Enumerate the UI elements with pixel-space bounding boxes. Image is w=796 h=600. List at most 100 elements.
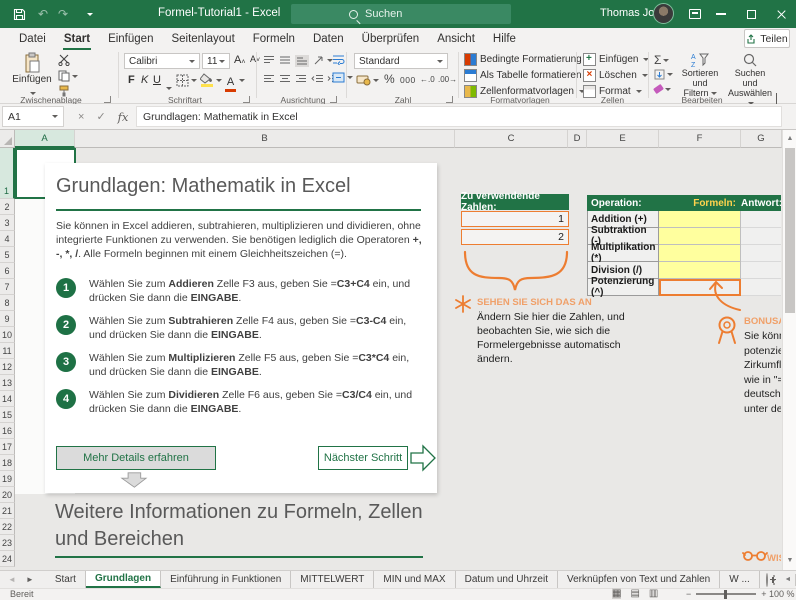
- fill-color-icon[interactable]: [200, 73, 222, 87]
- normal-view-icon[interactable]: ▦: [612, 588, 622, 599]
- formula-cell[interactable]: [659, 211, 741, 228]
- italic-button[interactable]: K: [141, 74, 148, 86]
- sheet-tab-start[interactable]: Start: [46, 571, 86, 588]
- row-header-17[interactable]: 17: [0, 439, 15, 455]
- new-sheet-button[interactable]: [765, 572, 776, 587]
- row-header-13[interactable]: 13: [0, 375, 15, 391]
- row-header-16[interactable]: 16: [0, 423, 15, 439]
- menu-tab-einfgen[interactable]: Einfügen: [99, 28, 162, 50]
- number-cell-2[interactable]: 2: [461, 229, 569, 245]
- next-step-button[interactable]: Nächster Schritt: [318, 446, 408, 470]
- vertical-scrollbar[interactable]: ▲ ▼: [782, 130, 796, 570]
- column-header-f[interactable]: F: [659, 130, 741, 148]
- format-as-table-button[interactable]: Als Tabelle formatieren: [464, 69, 593, 82]
- comma-style-icon[interactable]: 000: [400, 75, 416, 85]
- answer-cell[interactable]: [741, 279, 781, 296]
- percent-style-icon[interactable]: %: [384, 72, 395, 86]
- scroll-left-icon[interactable]: ◄: [781, 572, 794, 587]
- zoom-out-icon[interactable]: −: [686, 589, 691, 599]
- sheet-tab-min-und-max[interactable]: MIN und MAX: [374, 571, 456, 588]
- search-input[interactable]: Suchen: [291, 4, 511, 24]
- page-layout-view-icon[interactable]: ▤: [630, 588, 639, 599]
- underline-button[interactable]: U: [153, 74, 161, 86]
- row-header-20[interactable]: 20: [0, 487, 15, 503]
- paste-button[interactable]: Einfügen: [10, 52, 54, 96]
- prev-sheet-icon[interactable]: ◄: [8, 575, 16, 584]
- find-select-button[interactable]: Suchen und Auswählen: [726, 52, 774, 108]
- column-header-c[interactable]: C: [455, 130, 568, 148]
- decrease-decimal-icon[interactable]: .00→: [438, 75, 457, 84]
- borders-icon[interactable]: [176, 74, 197, 87]
- more-details-button[interactable]: Mehr Details erfahren: [56, 446, 216, 470]
- bold-button[interactable]: F: [128, 74, 135, 86]
- menu-tab-hilfe[interactable]: Hilfe: [484, 28, 525, 50]
- row-header-21[interactable]: 21: [0, 503, 15, 519]
- fill-icon[interactable]: [654, 69, 673, 80]
- column-header-e[interactable]: E: [587, 130, 659, 148]
- autosum-icon[interactable]: Σ: [654, 53, 670, 67]
- align-center-icon[interactable]: [279, 74, 291, 84]
- undo-icon[interactable]: ↶: [34, 5, 52, 23]
- row-header-9[interactable]: 9: [0, 311, 15, 327]
- column-header-a[interactable]: A: [15, 130, 75, 148]
- cancel-icon[interactable]: ×: [78, 111, 84, 123]
- customize-quick-access-icon[interactable]: [80, 5, 98, 23]
- grow-font-icon[interactable]: A ˄: [234, 54, 245, 66]
- select-all-corner[interactable]: [0, 130, 15, 148]
- row-header-18[interactable]: 18: [0, 455, 15, 471]
- wrap-text-icon[interactable]: [332, 54, 345, 65]
- column-header-g[interactable]: G: [741, 130, 782, 148]
- clipboard-dialog-launcher-icon[interactable]: [104, 96, 111, 103]
- row-header-4[interactable]: 4: [0, 231, 15, 247]
- alignment-dialog-launcher-icon[interactable]: [330, 96, 337, 103]
- formula-cell[interactable]: [659, 262, 741, 279]
- avatar[interactable]: [653, 3, 674, 24]
- row-header-1[interactable]: 1: [0, 148, 15, 199]
- menu-tab-start[interactable]: Start: [55, 28, 99, 50]
- row-header-15[interactable]: 15: [0, 407, 15, 423]
- answer-cell[interactable]: [741, 228, 781, 245]
- vertical-scroll-thumb[interactable]: [785, 148, 795, 313]
- formula-cell[interactable]: [659, 245, 741, 262]
- formula-cell[interactable]: [659, 228, 741, 245]
- save-icon[interactable]: [10, 5, 28, 23]
- row-header-3[interactable]: 3: [0, 215, 15, 231]
- zoom-level[interactable]: 100 %: [769, 589, 795, 599]
- row-header-2[interactable]: 2: [0, 199, 15, 215]
- column-header-b[interactable]: B: [75, 130, 455, 148]
- number-format-select[interactable]: Standard: [354, 53, 448, 69]
- answer-cell[interactable]: [741, 245, 781, 262]
- page-break-view-icon[interactable]: ▥: [649, 588, 658, 599]
- next-sheet-icon[interactable]: ►: [26, 575, 34, 584]
- enter-icon[interactable]: ✓: [96, 110, 105, 123]
- zoom-slider-thumb[interactable]: [724, 589, 728, 599]
- align-middle-icon[interactable]: [279, 55, 291, 65]
- minimize-button[interactable]: [706, 0, 736, 28]
- sheet-tab-mittelwert[interactable]: MITTELWERT: [291, 571, 375, 588]
- menu-tab-seitenlayout[interactable]: Seitenlayout: [162, 28, 243, 50]
- row-header-7[interactable]: 7: [0, 279, 15, 295]
- column-header-d[interactable]: D: [568, 130, 587, 148]
- menu-tab-daten[interactable]: Daten: [304, 28, 353, 50]
- row-header-10[interactable]: 10: [0, 327, 15, 343]
- sheet-tab-w[interactable]: W ...: [720, 571, 760, 588]
- increase-decimal-icon[interactable]: ←.0: [420, 75, 435, 84]
- close-button[interactable]: [766, 0, 796, 28]
- align-right-icon[interactable]: [295, 74, 307, 84]
- decrease-indent-icon[interactable]: [311, 74, 324, 84]
- row-header-23[interactable]: 23: [0, 535, 15, 551]
- menu-tab-berprfen[interactable]: Überprüfen: [353, 28, 429, 50]
- row-header-14[interactable]: 14: [0, 391, 15, 407]
- sheet-tab-verkn-pfen-von-text-und-zahlen[interactable]: Verknüpfen von Text und Zahlen: [558, 571, 721, 588]
- insert-function-icon[interactable]: fx: [118, 110, 129, 124]
- font-dialog-launcher-icon[interactable]: [243, 96, 250, 103]
- row-header-5[interactable]: 5: [0, 247, 15, 263]
- row-header-8[interactable]: 8: [0, 295, 15, 311]
- sheet-tab-grundlagen[interactable]: Grundlagen: [85, 571, 162, 588]
- insert-cells-button[interactable]: + Einfügen: [583, 53, 650, 66]
- font-color-icon[interactable]: A: [224, 72, 245, 92]
- number-dialog-launcher-icon[interactable]: [446, 96, 453, 103]
- redo-icon[interactable]: ↷: [54, 5, 72, 23]
- number-cell-1[interactable]: 1: [461, 211, 569, 227]
- align-bottom-icon[interactable]: [295, 55, 309, 67]
